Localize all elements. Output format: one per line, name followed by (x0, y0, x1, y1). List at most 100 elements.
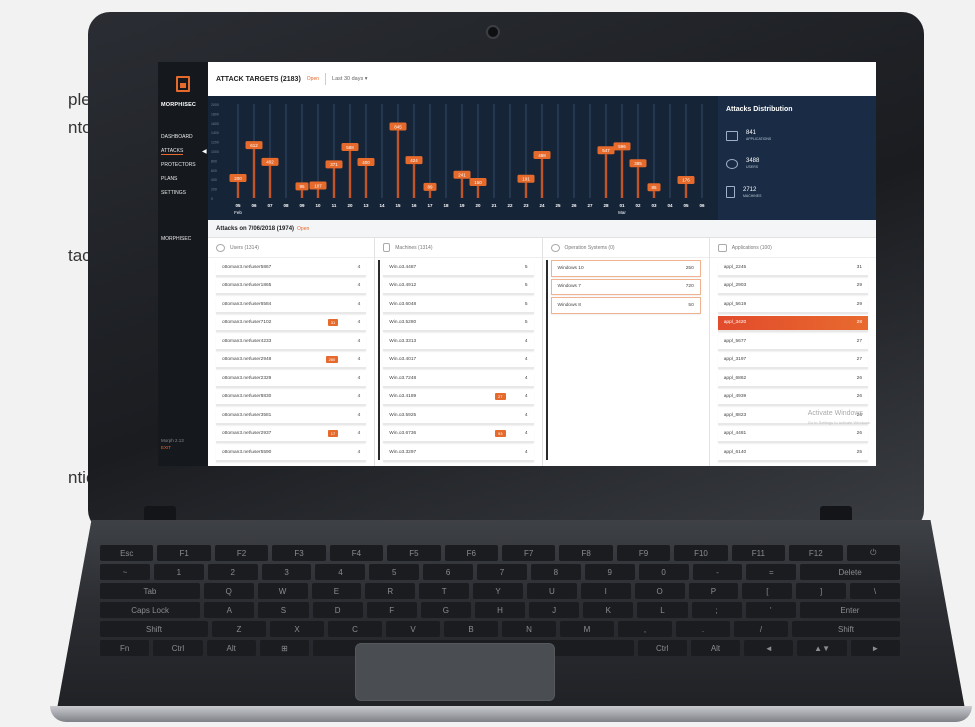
key[interactable]: = (746, 564, 797, 580)
morphisec-logo-icon[interactable] (176, 76, 190, 92)
key[interactable]: F10 (674, 545, 728, 561)
key[interactable]: F5 (387, 545, 441, 561)
key[interactable]: E (311, 583, 362, 599)
list-item[interactable]: ottoman3.net\user5590 4 (216, 445, 367, 462)
key[interactable]: Caps Lock (99, 602, 201, 618)
key[interactable]: L (637, 602, 688, 618)
list-item[interactable]: Win.o3.4912 5 (383, 278, 534, 295)
key[interactable]: ; (691, 602, 742, 618)
account-name[interactable]: MORPHISEC (161, 236, 191, 242)
key[interactable]: 9 (584, 564, 635, 580)
key[interactable]: ⊞ (259, 640, 310, 656)
key[interactable]: F9 (616, 545, 671, 561)
key[interactable]: ⏻ (846, 545, 900, 561)
scroll-indicator[interactable] (545, 260, 548, 460)
key[interactable]: 5 (369, 564, 420, 580)
list-item[interactable]: Win.o3.5280 5 (383, 315, 534, 332)
key[interactable]: Ctrl (153, 640, 203, 656)
key[interactable]: 7 (477, 564, 527, 580)
list-item[interactable]: appl_6140 25 (717, 445, 868, 462)
key[interactable]: Alt (690, 640, 741, 656)
sidebar-item-attacks[interactable]: ATTACKS (161, 148, 184, 155)
key[interactable]: F7 (502, 545, 556, 561)
list-item[interactable]: appl_5619 29 (717, 297, 868, 314)
key[interactable]: Fn (99, 640, 150, 656)
key[interactable]: P (688, 583, 739, 599)
list-item[interactable]: Win.o3.4017 4 (383, 352, 534, 369)
key[interactable]: F12 (789, 545, 843, 561)
list-item[interactable]: Win.o3.5925 4 (383, 408, 534, 425)
open-link[interactable]: Open (307, 76, 319, 82)
key[interactable]: Q (203, 583, 254, 599)
key[interactable]: F3 (272, 545, 326, 561)
key[interactable]: / (734, 621, 788, 637)
key[interactable]: A (204, 602, 255, 618)
key[interactable]: Tab (100, 583, 200, 599)
key[interactable]: R (365, 583, 416, 599)
list-item[interactable]: Win.o3.4487 5 (383, 260, 534, 277)
key[interactable]: Shift (100, 621, 208, 637)
list-item[interactable]: Windows 10 250 (550, 260, 701, 277)
list-item[interactable]: ottoman3.net\user2937 17 4 (216, 426, 367, 443)
key[interactable]: Esc (100, 545, 154, 561)
list-item[interactable]: ottoman3.net\user7102 31 4 (216, 315, 367, 332)
sidebar-item-dashboard[interactable]: DASHBOARD (161, 134, 193, 140)
list-item[interactable]: appl_2245 31 (717, 260, 868, 277)
key[interactable]: 6 (423, 564, 474, 580)
key[interactable]: Shift (792, 621, 900, 637)
exit-link[interactable]: EXIT (161, 445, 171, 450)
key[interactable]: X (270, 621, 324, 637)
key[interactable]: N (502, 621, 556, 637)
list-item[interactable]: Win.o3.3297 4 (383, 445, 534, 462)
sidebar-item-protectors[interactable]: PROTECTORS (161, 162, 196, 168)
key[interactable]: Delete (800, 564, 900, 580)
list-item[interactable]: ottoman3.net\user8830 4 (216, 389, 367, 406)
sidebar-item-plans[interactable]: PLANS (161, 176, 177, 182)
key[interactable]: K (583, 602, 634, 618)
list-item[interactable]: appl_3420 28 (717, 315, 868, 332)
list-item[interactable]: ottoman3.net\user2948 280 4 (216, 352, 367, 369)
key[interactable]: \ (850, 583, 900, 599)
key[interactable]: S (258, 602, 309, 618)
key[interactable]: F6 (444, 545, 498, 561)
key[interactable]: 8 (530, 564, 581, 580)
key[interactable]: 1 (153, 564, 204, 580)
list-item[interactable]: ottoman3.net\user4233 4 (216, 334, 367, 351)
key[interactable]: Y (473, 583, 523, 599)
key[interactable]: [ (742, 583, 793, 599)
list-item[interactable]: Win.o3.6048 5 (383, 297, 534, 314)
key[interactable]: . (676, 621, 730, 637)
key[interactable]: ◄ (744, 640, 794, 656)
key[interactable]: J (529, 602, 580, 618)
key[interactable]: ► (850, 640, 901, 656)
list-item[interactable]: ottoman3.net\user2329 4 (216, 371, 367, 388)
list-item[interactable]: appl_5677 27 (717, 334, 868, 351)
key[interactable]: ~ (100, 564, 150, 580)
key[interactable]: G (420, 602, 471, 618)
key[interactable]: 4 (315, 564, 366, 580)
list-item[interactable]: Windows 7 720 (550, 278, 701, 295)
list-item[interactable]: Win.o3.3313 4 (383, 334, 534, 351)
key[interactable]: I (580, 583, 631, 599)
key[interactable]: - (692, 564, 743, 580)
key[interactable]: D (312, 602, 363, 618)
key[interactable]: F8 (559, 545, 613, 561)
key[interactable]: ▲▼ (797, 640, 847, 656)
list-item[interactable]: appl_6862 26 (717, 371, 868, 388)
list-item[interactable]: appl_4481 26 (717, 426, 868, 443)
key[interactable]: B (444, 621, 498, 637)
key[interactable]: , (618, 621, 672, 637)
key[interactable]: ] (796, 583, 847, 599)
list-item[interactable]: ottoman3.net\user6584 4 (216, 297, 367, 314)
date-range-dropdown[interactable]: Last 30 days ▾ (332, 76, 367, 82)
key[interactable]: F (366, 602, 417, 618)
list-item[interactable]: appl_3197 27 (717, 352, 868, 369)
key[interactable]: T (419, 583, 470, 599)
list-item[interactable]: appl_2903 29 (717, 278, 868, 295)
list-item[interactable]: Win.o3.6736 93 4 (383, 426, 534, 443)
key[interactable]: F1 (157, 545, 211, 561)
attacks-open-link[interactable]: Open (297, 226, 309, 232)
sidebar-item-settings[interactable]: SETTINGS (161, 190, 186, 196)
key[interactable]: V (386, 621, 440, 637)
key[interactable]: 3 (261, 564, 312, 580)
